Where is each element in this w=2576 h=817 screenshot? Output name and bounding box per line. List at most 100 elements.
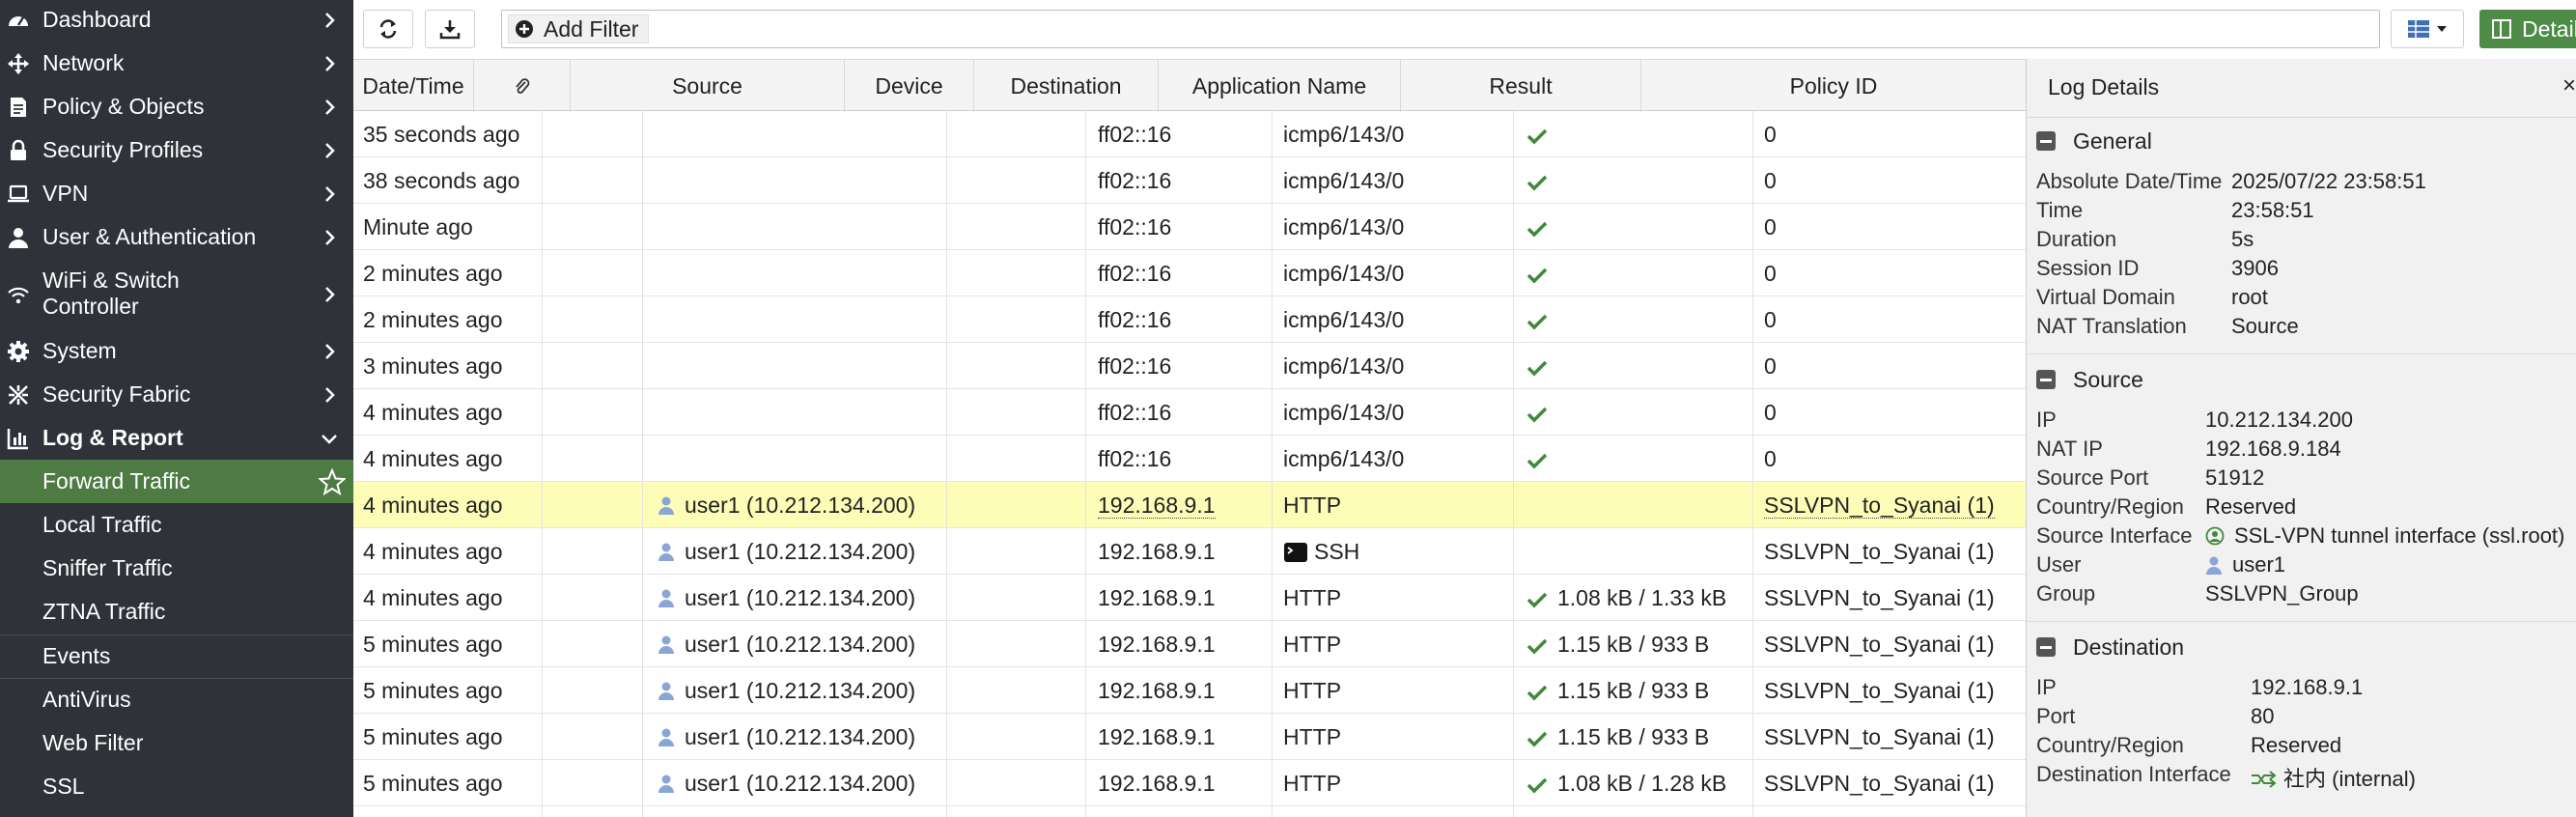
user-icon [658, 728, 674, 747]
close-icon[interactable]: × [2562, 76, 2576, 96]
destination-text: 192.168.9.1 [1098, 724, 1216, 749]
cell-source: user1 (10.212.134.200) [658, 575, 915, 621]
column-header-attachment[interactable] [474, 60, 571, 112]
table-row[interactable]: 3 minutes ago ff02::16 icmp6/143/0 0 [353, 343, 2026, 389]
destination-text: 192.168.9.1 [1098, 585, 1216, 610]
application-text: icmp6/143/0 [1283, 214, 1405, 239]
table-row[interactable]: 4 minutes ago ff02::16 icmp6/143/0 0 [353, 389, 2026, 436]
column-header-destination[interactable]: Destination [974, 60, 1159, 112]
ssh-app-icon [1284, 543, 1307, 562]
add-filter-button[interactable]: Add Filter [508, 14, 650, 43]
sidebar-subitem-sniffer-traffic[interactable]: Sniffer Traffic [0, 547, 353, 590]
sidebar-item-label: User & Authentication [42, 224, 257, 249]
detail-value-text: user1 [2232, 552, 2286, 577]
sidebar-item-label: WiFi & Switch [42, 268, 180, 293]
table-row[interactable]: 5 minutes ago user1 (10.212.134.200) 192.1… [353, 760, 2026, 806]
sidebar-item-network[interactable]: Network [0, 50, 353, 77]
cell-datetime: 5 minutes ago [363, 632, 503, 657]
table-row[interactable]: 4 minutes ago ff02::16 icmp6/143/0 0 [353, 436, 2026, 482]
sidebar-item-wifi-switch[interactable]: WiFi & Switch Controller [0, 268, 353, 322]
cell-destination: ff02::16 [1098, 111, 1171, 157]
table-row[interactable]: 38 seconds ago ff02::16 icmp6/143/0 0 [353, 157, 2026, 204]
sidebar-item-system[interactable]: System [0, 338, 353, 365]
cell-application: HTTP [1283, 714, 1341, 760]
check-icon [1526, 453, 1548, 469]
cell-datetime: 4 minutes ago [363, 493, 503, 518]
application-text: HTTP [1283, 771, 1342, 796]
column-header-datetime[interactable]: Date/Time [353, 60, 474, 112]
sidebar-item-log-report[interactable]: Log & Report [0, 425, 353, 452]
column-header-policy-id[interactable]: Policy ID [1641, 60, 2026, 112]
policy-icon [5, 94, 32, 121]
sidebar-subitem-web-filter[interactable]: Web Filter [0, 721, 353, 765]
table-row[interactable]: 5 minutes ago user1 (10.212.134.200) 192.1… [353, 621, 2026, 667]
cell-datetime: 4 minutes ago [363, 539, 503, 564]
table-row[interactable]: 5 minutes ago user1 (10.212.134.200) 192.1… [353, 714, 2026, 760]
sidebar-item-dashboard[interactable]: Dashboard [0, 7, 353, 34]
column-header-application[interactable]: Application Name [1159, 60, 1401, 112]
sidebar-subitem-local-traffic[interactable]: Local Traffic [0, 503, 353, 547]
cell-result [1526, 250, 1548, 296]
sidebar-item-policy-objects[interactable]: Policy & Objects [0, 94, 353, 121]
check-icon [1526, 777, 1548, 794]
download-button[interactable] [425, 10, 475, 48]
detail-value-text: SSL-VPN tunnel interface (ssl.root) [2234, 523, 2565, 548]
refresh-button[interactable] [363, 10, 413, 48]
fabric-icon [5, 381, 32, 408]
cell-policy-id: 0 [1764, 250, 1777, 296]
cell-result: 1.08 kB / 1.28 kB [1526, 760, 1726, 806]
filter-bar[interactable]: Add Filter [501, 10, 2380, 48]
column-header-source[interactable]: Source [571, 60, 845, 112]
view-options-button[interactable] [2391, 10, 2464, 48]
section-source[interactable]: Source [2036, 367, 2143, 393]
panel-divider [2027, 353, 2576, 354]
table-row[interactable]: 4 minutes ago user1 (10.212.134.200) 192.1… [353, 575, 2026, 621]
cell-application: icmp6/143/0 [1283, 296, 1404, 343]
section-destination[interactable]: Destination [2036, 634, 2184, 661]
cell-destination: 192.168.9.1 [1098, 760, 1216, 806]
column-header-device[interactable]: Device [845, 60, 974, 112]
user-icon [658, 496, 674, 515]
table-row[interactable]: 2 minutes ago ff02::16 icmp6/143/0 0 [353, 250, 2026, 296]
policy-text: 0 [1764, 168, 1777, 193]
sidebar-item-label: Forward Traffic [42, 468, 190, 493]
cell-result: 1.15 kB / 933 B [1526, 667, 1709, 714]
table-row[interactable]: 4 minutes ago user1 (10.212.134.200) 192.1… [353, 528, 2026, 575]
detail-value: Reserved [2251, 733, 2341, 758]
sidebar-subitem-ztna-traffic[interactable]: ZTNA Traffic [0, 590, 353, 634]
star-icon[interactable] [319, 468, 346, 495]
cell-application: icmp6/143/0 [1283, 389, 1404, 436]
sidebar-subitem-antivirus[interactable]: AntiVirus [0, 678, 353, 721]
sidebar-item-security-profiles[interactable]: Security Profiles [0, 137, 353, 164]
sidebar-item-vpn[interactable]: VPN [0, 181, 353, 208]
log-table: Date/Time Source Device Destination Appl… [353, 59, 2026, 817]
sidebar-subitem-forward-traffic[interactable]: Forward Traffic [0, 460, 353, 503]
user-icon [658, 589, 674, 607]
table-row[interactable]: 2 minutes ago ff02::16 icmp6/143/0 0 [353, 296, 2026, 343]
sidebar-item-label: Network [42, 50, 125, 75]
cell-datetime: Minute ago [363, 214, 473, 239]
application-text: HTTP [1283, 678, 1342, 703]
table-row[interactable]: Minute ago ff02::16 icmp6/143/0 0 [353, 204, 2026, 250]
policy-text: 0 [1764, 446, 1777, 471]
cell-application: HTTP [1283, 621, 1341, 667]
wifi-icon [5, 281, 32, 308]
column-header-result[interactable]: Result [1401, 60, 1641, 112]
detail-value: 10.212.134.200 [2205, 408, 2353, 433]
chevron-right-icon [325, 230, 335, 245]
table-row[interactable]: 5 minutes ago user1 (10.212.134.200) 192.1… [353, 667, 2026, 714]
toolbar: Add Filter Details [353, 0, 2576, 59]
table-row[interactable]: 35 seconds ago ff02::16 icmp6/143/0 0 [353, 111, 2026, 157]
sidebar-subitem-ssl[interactable]: SSL [0, 765, 353, 808]
cell-application: icmp6/143/0 [1283, 343, 1404, 389]
sidebar-subitem-events[interactable]: Events [0, 634, 353, 678]
table-row[interactable]: 4 minutes ago user1 (10.212.134.200) 192.1… [353, 482, 2026, 528]
section-title: Destination [2073, 634, 2185, 660]
details-button[interactable]: Details [2479, 10, 2576, 48]
detail-value: SSL-VPN tunnel interface (ssl.root) [2205, 523, 2564, 549]
detail-key: Country/Region [2036, 733, 2184, 757]
destination-text: 192.168.9.1 [1098, 539, 1216, 564]
sidebar-item-security-fabric[interactable]: Security Fabric [0, 381, 353, 408]
sidebar-item-user-authentication[interactable]: User & Authentication [0, 224, 353, 251]
section-general[interactable]: General [2036, 128, 2152, 155]
